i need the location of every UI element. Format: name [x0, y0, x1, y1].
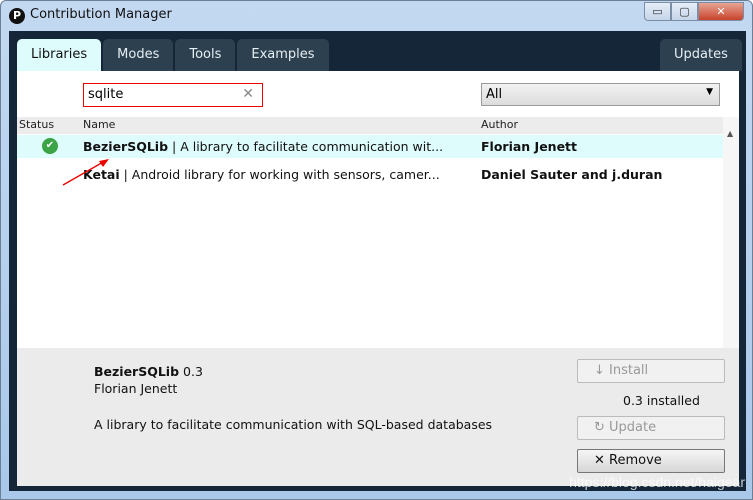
watermark: https://blog.csdn.net/haigear — [569, 474, 745, 490]
column-author[interactable]: Author — [481, 118, 518, 131]
library-list-panel: sqlite ✕ All ▼ Status Name Author ✔ Bezi… — [17, 71, 739, 348]
tab-tools[interactable]: Tools — [175, 39, 236, 71]
detail-author: Florian Jenett — [94, 381, 178, 396]
library-author: Florian Jenett — [481, 139, 578, 154]
window-frame: P Contribution Manager ▭ ▢ ✕ Libraries M… — [0, 0, 753, 500]
detail-description: A library to facilitate communication wi… — [94, 417, 493, 432]
tab-libraries[interactable]: Libraries — [17, 39, 102, 71]
manager-panel: Libraries Modes Tools Examples Updates s… — [9, 31, 746, 491]
scroll-up-icon[interactable]: ▲ — [727, 129, 733, 138]
library-author: Daniel Sauter and j.duran — [481, 167, 663, 182]
close-button[interactable]: ✕ — [698, 2, 744, 21]
minimize-button[interactable]: ▭ — [644, 2, 671, 21]
install-button[interactable]: ↓ Install — [577, 359, 725, 383]
category-filter-select[interactable]: All ▼ — [481, 83, 720, 106]
maximize-button[interactable]: ▢ — [671, 2, 698, 21]
scrollbar[interactable]: ▲ — [723, 117, 739, 348]
annotation-arrow — [62, 159, 109, 186]
remove-button[interactable]: ✕ Remove — [577, 449, 725, 473]
library-desc: | A library to facilitate communication … — [168, 139, 444, 154]
library-desc: | Android library for working with senso… — [119, 167, 440, 182]
processing-logo-icon: P — [9, 8, 25, 24]
detail-name: BezierSQLib — [94, 364, 180, 379]
filter-value: All — [486, 87, 503, 102]
tab-examples[interactable]: Examples — [237, 39, 329, 71]
installed-version: 0.3 installed — [623, 393, 700, 408]
chevron-down-icon: ▼ — [706, 87, 713, 97]
update-button[interactable]: ↻ Update — [577, 416, 725, 440]
detail-panel: BezierSQLib 0.3 Florian Jenett A library… — [17, 348, 739, 486]
tab-updates[interactable]: Updates — [660, 39, 742, 71]
tab-modes[interactable]: Modes — [103, 39, 174, 71]
detail-version: 0.3 — [183, 364, 203, 379]
clear-search-icon[interactable]: ✕ — [242, 86, 254, 102]
window-title: Contribution Manager — [30, 7, 172, 22]
